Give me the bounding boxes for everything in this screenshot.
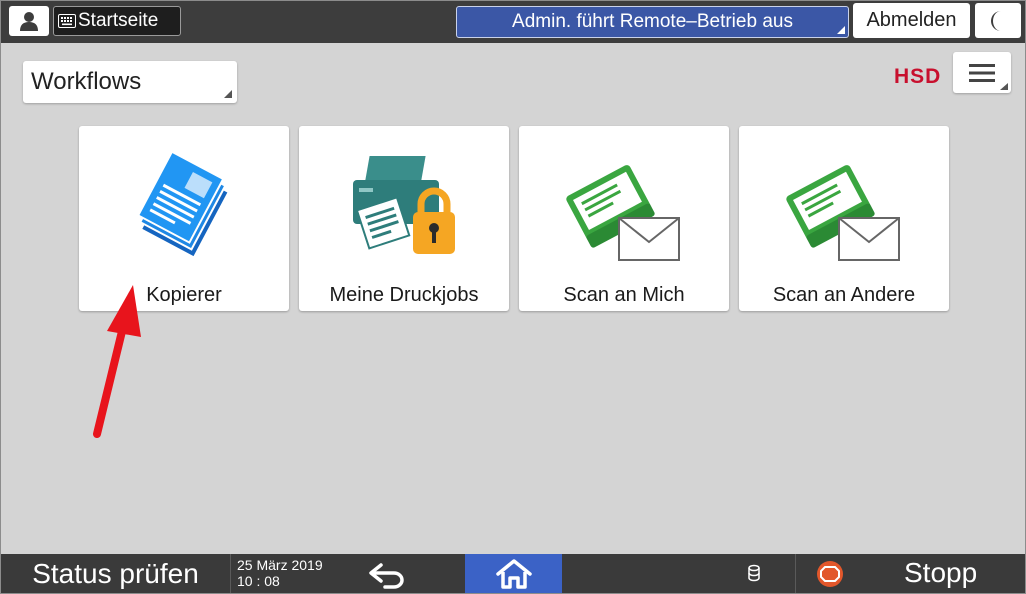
scanner-mail-icon xyxy=(566,165,680,261)
home-icon xyxy=(495,558,532,589)
user-icon xyxy=(20,12,38,31)
workflow-selector[interactable]: Workflows xyxy=(23,61,237,103)
moon-icon xyxy=(991,10,1001,31)
time-text: 10 : 08 xyxy=(237,573,280,589)
stop-button[interactable]: Stopp xyxy=(795,554,1025,593)
company-logo: HSD xyxy=(894,64,941,90)
date-text: 25 März 2019 xyxy=(237,557,323,573)
printer-lock-icon xyxy=(353,156,455,254)
storage-icon xyxy=(748,564,760,582)
logo-text: HSD xyxy=(894,65,942,88)
back-button[interactable] xyxy=(361,554,413,593)
stop-icon xyxy=(817,561,843,587)
remote-operation-banner[interactable]: Admin. führt Remote–Betrieb aus xyxy=(456,6,849,38)
home-screen-button[interactable]: Startseite xyxy=(53,6,181,36)
workflow-selector-label: Workflows xyxy=(31,68,142,95)
date-time-display: 25 März 2019 10 : 08 xyxy=(237,557,323,589)
tile-label: Scan an Andere xyxy=(772,284,916,306)
stop-label: Stopp xyxy=(904,557,978,588)
red-arrow-annotation-icon xyxy=(93,285,141,438)
back-arrow-icon xyxy=(369,562,404,589)
energy-saver-button[interactable] xyxy=(975,3,1021,38)
tile-label: Meine Druckjobs xyxy=(329,284,479,306)
user-button[interactable] xyxy=(9,6,49,36)
bottom-bar: Status prüfen 25 März 2019 10 : 08 Stopp xyxy=(1,554,1025,593)
tile-label: Scan an Mich xyxy=(563,284,685,306)
top-bar: Startseite Admin. führt Remote–Betrieb a… xyxy=(1,1,1025,43)
scanner-mail-icon xyxy=(786,165,900,261)
home-screen-label: Startseite xyxy=(78,10,159,31)
home-button[interactable] xyxy=(465,554,562,593)
keyboard-icon xyxy=(58,14,76,28)
menu-button[interactable] xyxy=(953,52,1011,93)
tile-scan-an-mich[interactable]: Scan an Mich xyxy=(519,126,729,311)
dropdown-corner-icon xyxy=(837,26,845,34)
tile-meine-druckjobs[interactable]: Meine Druckjobs xyxy=(299,126,509,311)
logout-button[interactable]: Abmelden xyxy=(853,3,970,38)
hamburger-menu-icon xyxy=(969,63,995,82)
check-status-button[interactable]: Status prüfen xyxy=(1,554,231,593)
copier-documents-icon xyxy=(136,150,228,257)
tile-scan-an-andere[interactable]: Scan an Andere xyxy=(739,126,949,311)
dropdown-corner-icon xyxy=(1000,83,1008,90)
remote-operation-text: Admin. führt Remote–Betrieb aus xyxy=(512,11,793,32)
dropdown-corner-icon xyxy=(224,90,232,98)
